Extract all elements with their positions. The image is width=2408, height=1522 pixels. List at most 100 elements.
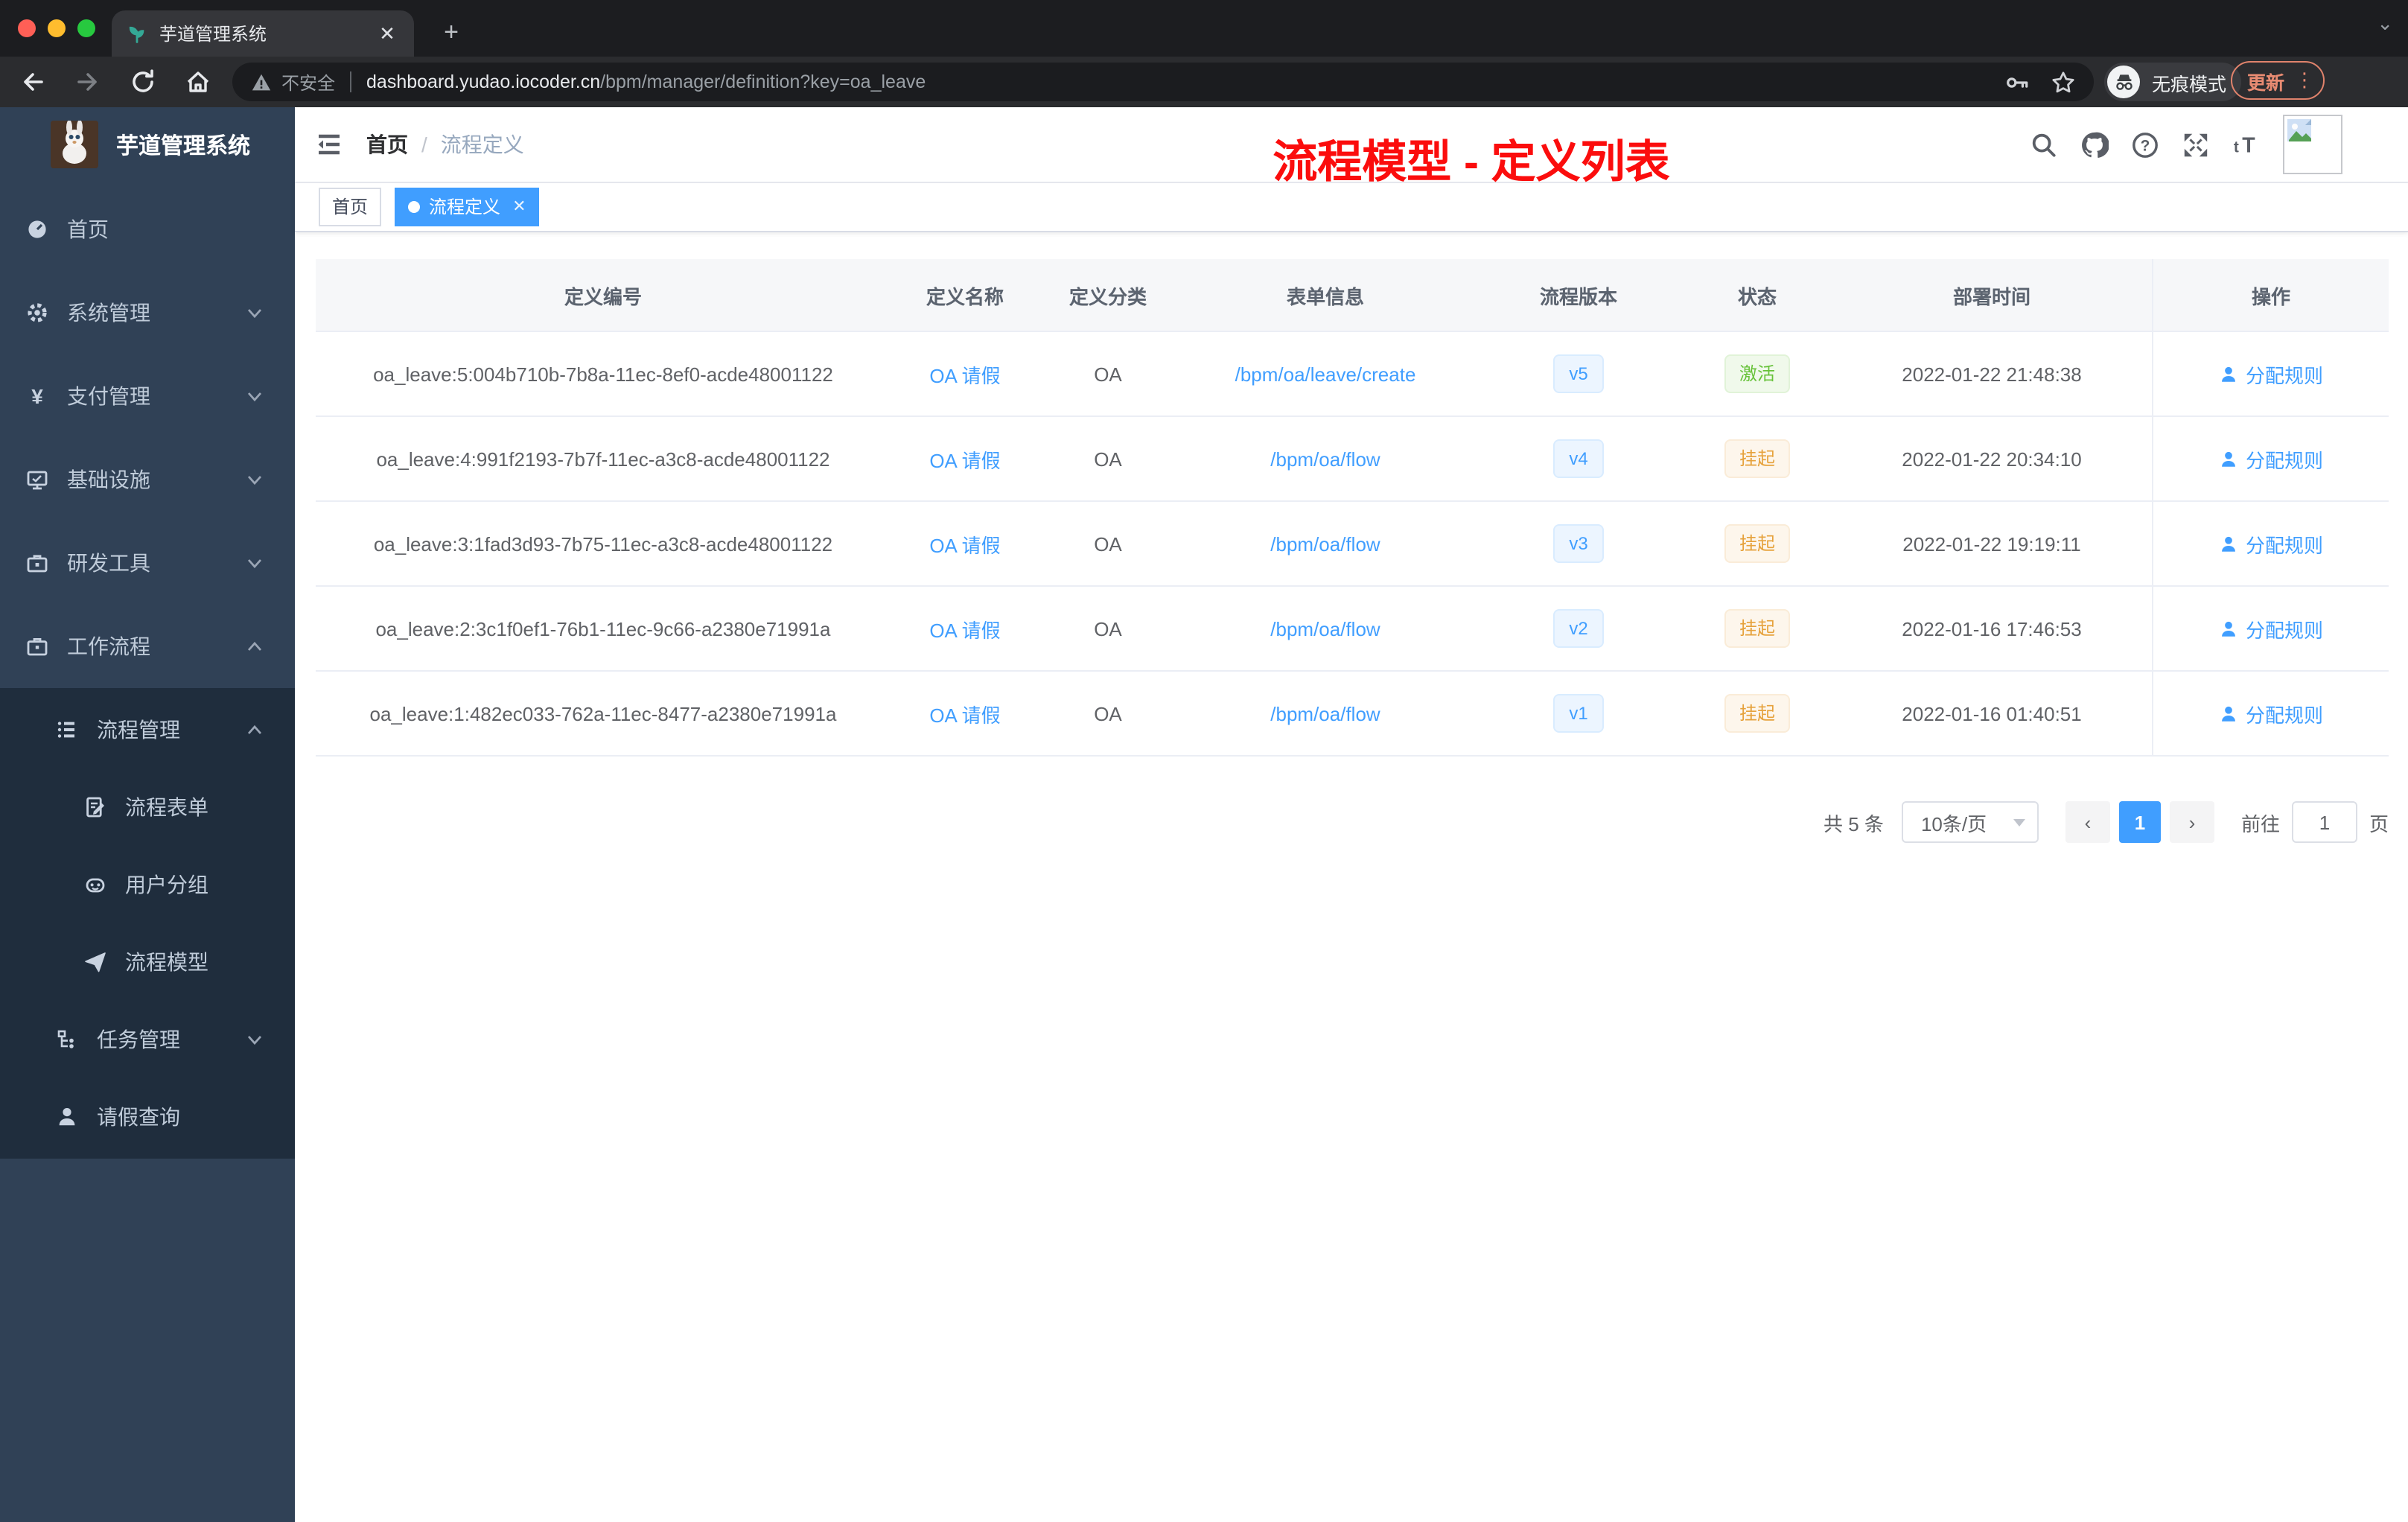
- sidebar-item-devtools[interactable]: 研发工具: [0, 521, 295, 605]
- sidebar-item-label: 请假查询: [97, 1105, 180, 1129]
- definition-id: oa_leave:1:482ec033-762a-11ec-8477-a2380…: [369, 702, 837, 725]
- traffic-light-close[interactable]: [18, 19, 36, 37]
- assign-rule-button[interactable]: 分配规则: [2219, 445, 2323, 473]
- tag-process-definition[interactable]: 流程定义 ✕: [395, 188, 540, 226]
- tag-home[interactable]: 首页: [319, 188, 382, 226]
- traffic-light-zoom[interactable]: [77, 19, 95, 37]
- monitor-icon: [27, 471, 48, 490]
- tag-close-icon[interactable]: ✕: [512, 189, 526, 225]
- sidebar-item-infra[interactable]: 基础设施: [0, 438, 295, 521]
- help-icon[interactable]: ?: [2131, 130, 2159, 159]
- assign-rule-button[interactable]: 分配规则: [2219, 360, 2323, 388]
- sidebar-item-task-management[interactable]: 任务管理: [0, 1001, 295, 1078]
- sidebar: 芋道管理系统 首页 系统管理 ¥ 支付管理基础设施研发工具工作流程 流程管理 流程表单用…: [0, 107, 295, 1522]
- form-link[interactable]: /bpm/oa/flow: [1270, 617, 1380, 640]
- assign-rule-button[interactable]: 分配规则: [2219, 529, 2323, 558]
- definition-name-link[interactable]: OA 请假: [929, 360, 1000, 388]
- status-badge: 挂起: [1724, 609, 1790, 648]
- column-header-version: 流程版本: [1539, 285, 1617, 308]
- password-key-icon[interactable]: [2004, 69, 2030, 95]
- form-link[interactable]: /bpm/oa/flow: [1270, 448, 1380, 470]
- tag-active-dot: [408, 201, 421, 213]
- tag-process-definition-label: 流程定义: [429, 197, 501, 217]
- home-icon[interactable]: [183, 67, 213, 97]
- page-size-select[interactable]: 10条/页: [1901, 801, 2039, 843]
- tab-search-chevron-icon[interactable]: ⌄: [2377, 12, 2393, 36]
- robot-icon: [86, 878, 105, 893]
- sidebar-item-workflow[interactable]: 工作流程: [0, 605, 295, 688]
- form-link[interactable]: /bpm/oa/flow: [1270, 532, 1380, 555]
- github-icon[interactable]: [2080, 130, 2109, 159]
- table-body: oa_leave:5:004b710b-7b8a-11ec-8ef0-acde4…: [316, 332, 2389, 757]
- status-badge: 激活: [1724, 354, 1790, 393]
- sidebar-item-process-management[interactable]: 流程管理: [0, 691, 295, 768]
- new-tab-button[interactable]: +: [432, 13, 471, 52]
- sidebar-item-label: 任务管理: [97, 1028, 180, 1051]
- form-link[interactable]: /bpm/oa/flow: [1270, 702, 1380, 725]
- sidebar-item-user-group[interactable]: 用户分组: [0, 846, 295, 923]
- url-bar[interactable]: 不安全 dashboard.yudao.iocoder.cn/bpm/manag…: [232, 63, 2094, 101]
- browser-toolbar: 不安全 dashboard.yudao.iocoder.cn/bpm/manag…: [0, 57, 2408, 107]
- bookmark-star-icon[interactable]: [2051, 69, 2076, 95]
- font-size-icon[interactable]: tT: [2232, 130, 2261, 159]
- page-number-1[interactable]: 1: [2118, 801, 2161, 843]
- traffic-light-minimize[interactable]: [48, 19, 66, 37]
- browser-tab[interactable]: 芋道管理系统 ✕: [112, 10, 414, 57]
- browser-menu-icon[interactable]: ⋮: [2295, 69, 2314, 92]
- deploy-time: 2022-01-22 19:19:11: [1902, 532, 2081, 555]
- page-size-value: 10条/页: [1920, 812, 1987, 835]
- sidebar-item-label: 基础设施: [67, 468, 150, 491]
- search-icon[interactable]: [2030, 130, 2058, 159]
- prev-page-button[interactable]: ‹: [2065, 801, 2110, 843]
- sidebar-submenu: 流程管理 流程表单用户分组流程模型任务管理请假查询: [0, 688, 295, 1159]
- sidebar-item-label: 用户分组: [125, 873, 208, 897]
- form-link[interactable]: /bpm/oa/leave/create: [1235, 363, 1416, 385]
- forward-icon[interactable]: [73, 67, 103, 97]
- back-icon[interactable]: [18, 67, 48, 97]
- briefcase-icon: [27, 638, 48, 656]
- version-badge: v2: [1552, 609, 1605, 648]
- chevron-down-icon: [247, 1036, 262, 1045]
- chrome-update-button[interactable]: 更新 ⋮: [2231, 61, 2325, 100]
- chevron-down-icon: [247, 559, 262, 569]
- sidebar-item-process-form[interactable]: 流程表单: [0, 768, 295, 846]
- assign-rule-button[interactable]: 分配规则: [2219, 614, 2323, 643]
- sidebar-item-system[interactable]: 系统管理: [0, 271, 295, 354]
- next-page-button[interactable]: ›: [2169, 801, 2214, 843]
- pagination-total: 共 5 条: [1823, 812, 1884, 835]
- sidebar-item-leave-query[interactable]: 请假查询: [0, 1078, 295, 1156]
- sidebar-item-payment[interactable]: ¥ 支付管理: [0, 354, 295, 438]
- column-header-action: 操作: [2152, 259, 2389, 331]
- sidebar-collapse-icon[interactable]: [314, 130, 344, 159]
- definition-name-link[interactable]: OA 请假: [929, 529, 1000, 558]
- goto-unit-label: 页: [2369, 812, 2389, 835]
- app-logo[interactable]: 芋道管理系统: [0, 107, 295, 182]
- column-header-category: 定义分类: [1068, 285, 1147, 308]
- broken-image-icon: [2287, 119, 2317, 141]
- breadcrumb-home[interactable]: 首页: [366, 130, 408, 159]
- reload-icon[interactable]: [128, 67, 158, 97]
- fullscreen-icon[interactable]: [2182, 130, 2210, 159]
- goto-page-input[interactable]: [2291, 801, 2357, 843]
- version-badge: v5: [1552, 354, 1605, 393]
- definition-name-link[interactable]: OA 请假: [929, 614, 1000, 643]
- url-path: /bpm/manager/definition?key=oa_leave: [600, 71, 926, 92]
- avatar[interactable]: [2283, 115, 2342, 174]
- sidebar-item-process-model[interactable]: 流程模型: [0, 923, 295, 1001]
- table-row: oa_leave:5:004b710b-7b8a-11ec-8ef0-acde4…: [316, 332, 2389, 417]
- sidebar-item-label: 工作流程: [67, 634, 150, 658]
- definition-name-link[interactable]: OA 请假: [929, 699, 1000, 727]
- definition-id: oa_leave:3:1fad3d93-7b75-11ec-a3c8-acde4…: [373, 532, 833, 555]
- main-area: 首页 / 流程定义 流程模型 - 定义列表 ? tT 首页 流程定义 ✕ 定义编…: [295, 107, 2408, 1522]
- definition-name-link[interactable]: OA 请假: [929, 445, 1000, 473]
- omnibox-divider: [350, 71, 352, 92]
- sidebar-item-home[interactable]: 首页: [0, 188, 295, 271]
- select-caret-icon: [2013, 818, 2025, 826]
- assign-rule-label: 分配规则: [2245, 364, 2323, 386]
- tab-close-icon[interactable]: ✕: [375, 22, 399, 45]
- version-badge: v1: [1552, 694, 1605, 733]
- assign-rule-label: 分配规则: [2245, 449, 2323, 471]
- assign-rule-button[interactable]: 分配规则: [2219, 699, 2323, 727]
- deploy-time: 2022-01-16 17:46:53: [1902, 617, 2082, 640]
- assign-rule-label: 分配规则: [2245, 534, 2323, 556]
